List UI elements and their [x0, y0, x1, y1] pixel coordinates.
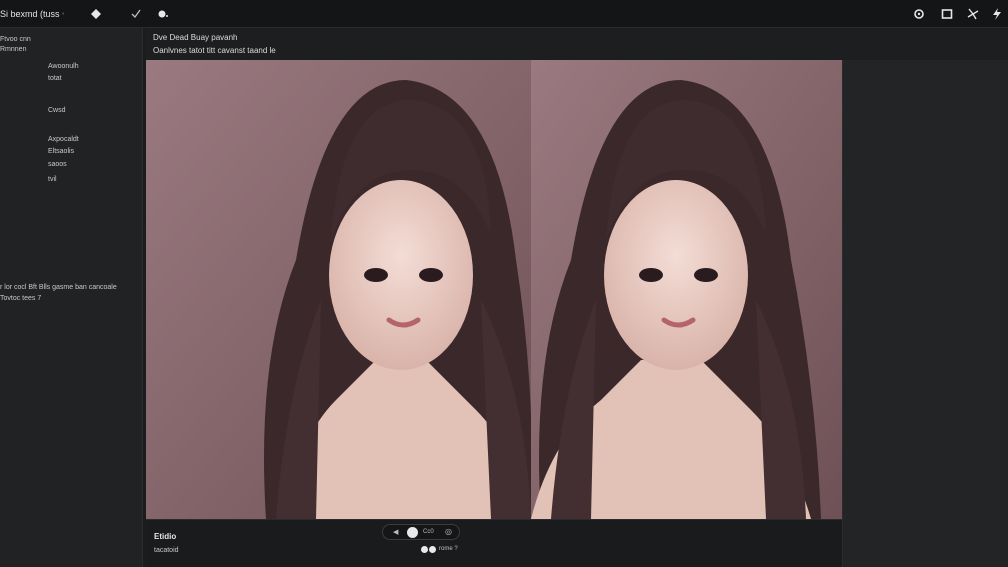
sidebar-item-5[interactable]: Eltsaolis: [48, 148, 74, 155]
next-icon[interactable]: ◎: [445, 527, 452, 536]
window-icon[interactable]: [939, 6, 955, 22]
top-toolbar: Si bexmd (tuss °: [0, 0, 1008, 28]
content-header: Dve Dead Buay pavanh Oanlvnes tatot titt…: [146, 28, 1008, 60]
sidebar-note-line1: r lor cocl Bft Blls gasme ban cancoale: [0, 284, 117, 291]
bottom-title: Etidio: [154, 532, 177, 541]
header-line1: Dve Dead Buay pavanh: [153, 33, 238, 42]
sidebar-item-3[interactable]: Cwsd: [48, 107, 66, 114]
player-time: Cc0: [423, 529, 434, 535]
bottom-bar: Etidio tacatoid ◀ Cc0 ◎ rome ?: [146, 519, 842, 567]
right-panel: [842, 60, 1008, 567]
sidebar-item-1[interactable]: Awoonulh: [48, 63, 79, 70]
diamond-icon[interactable]: [88, 6, 104, 22]
toggle-dot-2[interactable]: [429, 546, 436, 553]
header-line2: Oanlvnes tatot titt cavanst taand le: [153, 46, 276, 55]
sidebar-item-4[interactable]: Axpocaldt: [48, 136, 79, 143]
view-toggle[interactable]: rome ?: [421, 545, 461, 555]
sidebar-header-line2: Rmnnen: [0, 46, 27, 53]
brush-icon[interactable]: [155, 6, 171, 22]
toggle-label: rome ?: [439, 546, 458, 552]
sidebar-item-7[interactable]: tvil: [48, 176, 57, 183]
play-button[interactable]: [407, 527, 418, 538]
portrait-image-left[interactable]: [146, 60, 531, 519]
sidebar-item-2[interactable]: totat: [48, 75, 62, 82]
settings-gear-icon[interactable]: [911, 6, 927, 22]
toggle-dot-1[interactable]: [421, 546, 428, 553]
app-title: Si bexmd (tuss °: [0, 9, 65, 19]
sidebar-header-line1: Ftvoo cnn: [0, 36, 31, 43]
playback-control[interactable]: ◀ Cc0 ◎: [382, 524, 460, 540]
portrait-image-right[interactable]: [531, 60, 842, 519]
pinwheel-icon[interactable]: [965, 6, 981, 22]
sidebar-item-6[interactable]: saoos: [48, 161, 67, 168]
lightning-icon[interactable]: [989, 6, 1005, 22]
previous-icon[interactable]: ◀: [393, 528, 398, 536]
left-sidebar: Ftvoo cnn Rmnnen Awoonulh totat Cwsd Axp…: [0, 28, 143, 567]
sidebar-note-line2: Tovtoc tees 7: [0, 295, 42, 302]
bottom-subtitle: tacatoid: [154, 547, 179, 554]
checkmark-icon[interactable]: [128, 6, 144, 22]
